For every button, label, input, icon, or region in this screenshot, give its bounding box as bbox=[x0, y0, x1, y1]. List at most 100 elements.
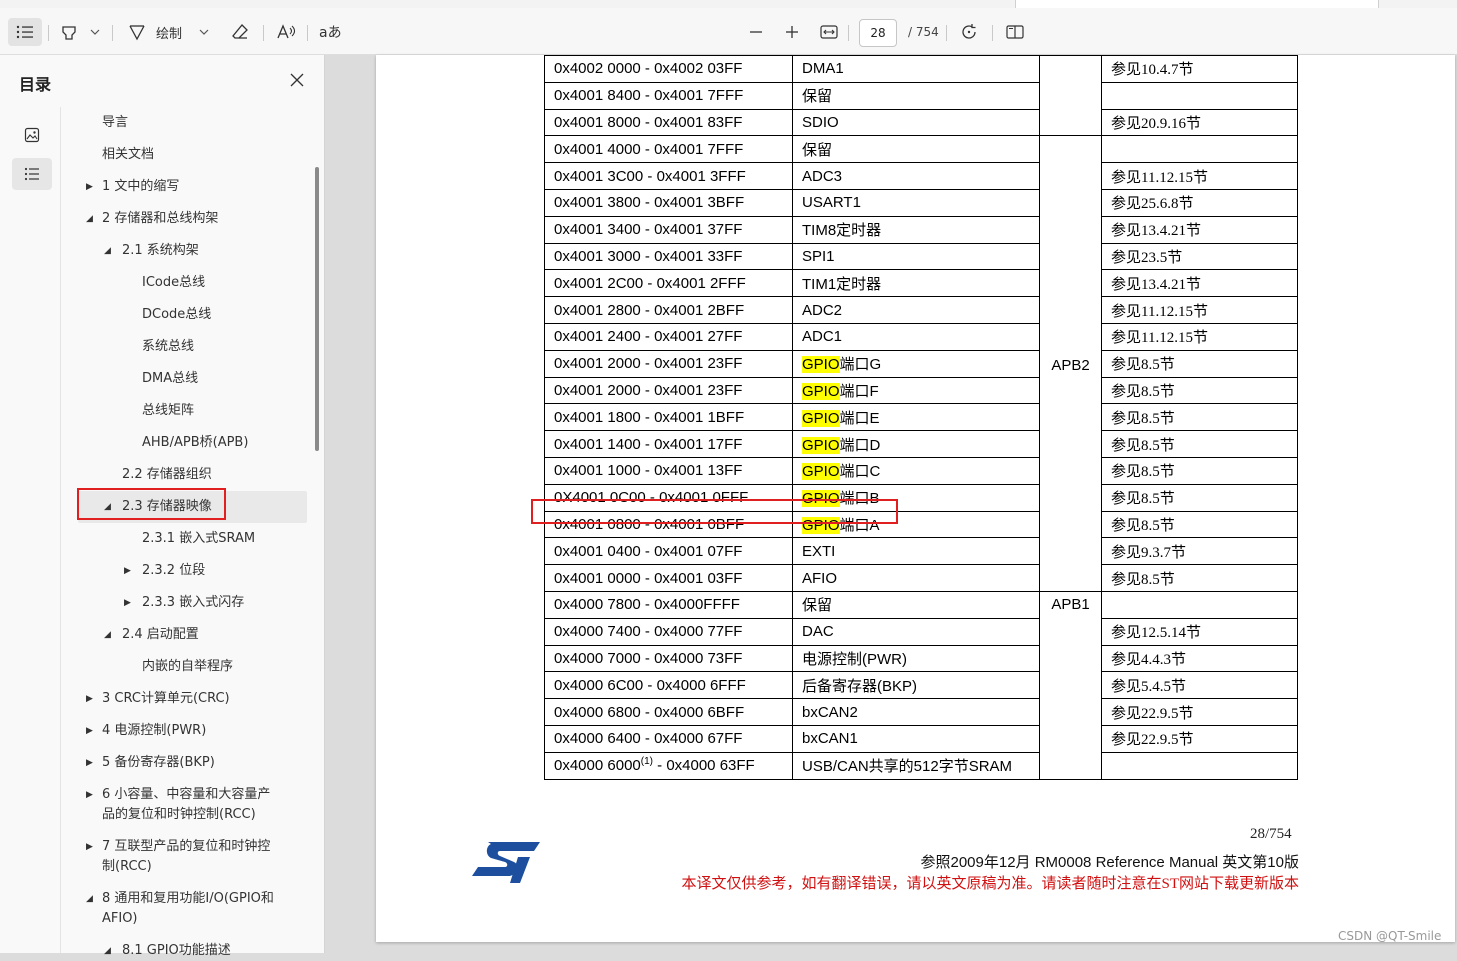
search-highlight: GPIO bbox=[802, 409, 840, 427]
toc-item[interactable]: ICode总线 bbox=[142, 273, 205, 293]
address-range-cell: 0x4000 6000(1) - 0x4000 63FF bbox=[544, 751, 793, 780]
fit-width-button[interactable] bbox=[820, 21, 838, 43]
read-aloud-button[interactable] bbox=[276, 21, 296, 43]
collapse-arrow-icon[interactable]: ▶ bbox=[86, 694, 93, 704]
draw-button[interactable]: 绘制 bbox=[128, 21, 182, 43]
toolbar-divider bbox=[992, 25, 993, 41]
toc-item[interactable]: 5 备份寄存器(BKP) bbox=[102, 753, 215, 773]
peripheral-cell: SPI1 bbox=[792, 242, 1040, 271]
address-range: 0x4000 7800 - 0x4000FFFF bbox=[554, 596, 740, 614]
peripheral-name: DMA1 bbox=[802, 60, 844, 78]
toc-item[interactable]: 2.1 系统构架 bbox=[122, 241, 199, 261]
toc-panel-title: 目录 bbox=[19, 75, 52, 94]
toc-item-label: ICode总线 bbox=[142, 275, 206, 290]
address-range-cell: 0x4001 3400 - 0x4001 37FF bbox=[544, 215, 793, 244]
collapse-arrow-icon[interactable]: ▶ bbox=[124, 598, 131, 608]
toc-item[interactable]: 2.2 存储器组织 bbox=[122, 465, 212, 485]
toc-item[interactable]: 导言 bbox=[102, 113, 128, 133]
eraser-icon bbox=[232, 24, 248, 39]
expand-arrow-icon[interactable]: ◢ bbox=[104, 246, 111, 256]
toc-item-label: 8.1 GPIO功能描述 bbox=[122, 943, 231, 958]
reference-cell: 参见12.5.14节 bbox=[1101, 617, 1298, 646]
close-toc-button[interactable] bbox=[287, 70, 307, 90]
expand-arrow-icon[interactable]: ◢ bbox=[104, 630, 111, 640]
toc-item[interactable]: 2.3.2 位段 bbox=[142, 561, 205, 581]
toc-icon bbox=[16, 25, 33, 39]
peripheral-name: 端口E bbox=[839, 409, 880, 427]
toc-item-label: DCode总线 bbox=[142, 307, 212, 322]
peripheral-name: SPI1 bbox=[802, 247, 835, 265]
expand-arrow-icon[interactable]: ◢ bbox=[86, 894, 93, 904]
collapse-arrow-icon[interactable]: ▶ bbox=[124, 566, 131, 576]
page-view-button[interactable] bbox=[1006, 21, 1024, 43]
address-range: 0x4001 8000 - 0x4001 83FF bbox=[554, 113, 743, 131]
address-range: 0x4000 6400 - 0x4000 67FF bbox=[554, 730, 743, 748]
toc-toggle-button[interactable] bbox=[8, 18, 42, 46]
table-row: 0x4000 6C00 - 0x4000 6FFF 后备寄存器(BKP) 参见5.4… bbox=[544, 671, 1298, 700]
highlight-button[interactable] bbox=[60, 21, 78, 43]
toc-item[interactable]: AHB/APB桥(APB) bbox=[142, 433, 248, 453]
erase-button[interactable] bbox=[231, 21, 249, 43]
toc-item[interactable]: 1 文中的缩写 bbox=[102, 177, 179, 197]
collapse-arrow-icon[interactable]: ▶ bbox=[86, 842, 93, 852]
toc-item[interactable]: 2.4 启动配置 bbox=[122, 625, 199, 645]
rotate-button[interactable] bbox=[960, 21, 978, 43]
search-highlight: GPIO bbox=[802, 356, 840, 374]
footnote-marker[interactable]: (1) bbox=[641, 756, 653, 767]
table-row: 0x4001 4000 - 0x4001 7FFF 保留 APB2 bbox=[544, 135, 1298, 592]
table-row: 0x4001 0000 - 0x4001 03FF AFIO 参见8.5节 bbox=[544, 564, 1298, 592]
toc-item[interactable]: DMA总线 bbox=[142, 369, 198, 389]
browser-tab-strip bbox=[0, 0, 1457, 17]
address-range-cell: 0x4001 3800 - 0x4001 3BFF bbox=[544, 188, 793, 217]
peripheral-cell: 保留 bbox=[792, 590, 1040, 619]
thumbnails-tab[interactable] bbox=[12, 119, 52, 151]
address-range: 0x4001 0000 - 0x4001 03FF bbox=[554, 569, 743, 587]
address-range-cell: 0x4000 6800 - 0x4000 6BFF bbox=[544, 698, 793, 726]
search-highlight: GPIO bbox=[802, 436, 840, 454]
toc-scrollbar[interactable] bbox=[315, 167, 319, 451]
toc-item[interactable]: 2.3.3 嵌入式闪存 bbox=[142, 593, 244, 613]
table-row: 0x4001 2000 - 0x4001 23FF GPIO端口G 参见8.5节 bbox=[544, 349, 1298, 378]
collapse-arrow-icon[interactable]: ▶ bbox=[86, 726, 93, 736]
row-annotation-box bbox=[531, 499, 898, 524]
peripheral-cell: GPIO端口D bbox=[792, 430, 1040, 458]
peripheral-cell: bxCAN2 bbox=[792, 698, 1040, 726]
pdf-toolbar: 绘制 aあ 28 / 754 bbox=[0, 8, 1457, 55]
toc-item-label: 1 文中的缩写 bbox=[102, 179, 180, 194]
address-range-cell: 0x4000 7800 - 0x4000FFFF bbox=[544, 590, 793, 619]
page-number-input[interactable]: 28 bbox=[859, 19, 897, 47]
reference-cell: 参见20.9.16节 bbox=[1101, 108, 1298, 137]
address-range: 0x4001 2000 - 0x4001 23FF bbox=[554, 381, 743, 399]
toc-item[interactable]: 7 互联型产品的复位和时钟控 制(RCC) bbox=[102, 837, 270, 877]
collapse-arrow-icon[interactable]: ▶ bbox=[86, 182, 93, 192]
toolbar-divider bbox=[48, 25, 49, 41]
toc-item[interactable]: 系统总线 bbox=[142, 337, 194, 357]
toc-item[interactable]: 2.3.1 嵌入式SRAM bbox=[142, 529, 255, 549]
peripheral-name: EXTI bbox=[802, 542, 836, 560]
toc-item[interactable]: 总线矩阵 bbox=[142, 401, 194, 421]
toc-item[interactable]: 8.1 GPIO功能描述 bbox=[122, 941, 231, 961]
toc-item[interactable]: 8 通用和复用功能I/O(GPIO和 AFIO) bbox=[102, 889, 274, 929]
toc-item[interactable]: 2 存储器和总线构架 bbox=[102, 209, 218, 229]
outline-tab[interactable] bbox=[12, 158, 52, 190]
toc-item[interactable]: 6 小容量、中容量和大容量产 品的复位和时钟控制(RCC) bbox=[102, 785, 270, 825]
toc-item[interactable]: 内嵌的自举程序 bbox=[142, 657, 233, 677]
peripheral-cell: EXTI bbox=[792, 537, 1040, 566]
toc-item-label: 4 电源控制(PWR) bbox=[102, 723, 207, 738]
draw-options-button[interactable] bbox=[199, 21, 209, 43]
address-range: 0x4001 3C00 - 0x4001 3FFF bbox=[554, 167, 746, 185]
collapse-arrow-icon[interactable]: ▶ bbox=[86, 790, 93, 800]
toc-item[interactable]: 相关文档 bbox=[102, 145, 154, 165]
toc-item[interactable]: 3 CRC计算单元(CRC) bbox=[102, 689, 230, 709]
zoom-out-button[interactable] bbox=[749, 21, 763, 43]
collapse-arrow-icon[interactable]: ▶ bbox=[86, 758, 93, 768]
translate-button[interactable]: aあ bbox=[319, 21, 341, 43]
total-pages: / 754 bbox=[908, 25, 939, 39]
zoom-in-button[interactable] bbox=[785, 21, 799, 43]
toc-item[interactable]: DCode总线 bbox=[142, 305, 211, 325]
peripheral-name: ADC3 bbox=[802, 167, 843, 185]
toc-item[interactable]: 4 电源控制(PWR) bbox=[102, 721, 206, 741]
expand-arrow-icon[interactable]: ◢ bbox=[104, 946, 111, 956]
expand-arrow-icon[interactable]: ◢ bbox=[86, 214, 93, 224]
highlight-options-button[interactable] bbox=[90, 21, 100, 43]
